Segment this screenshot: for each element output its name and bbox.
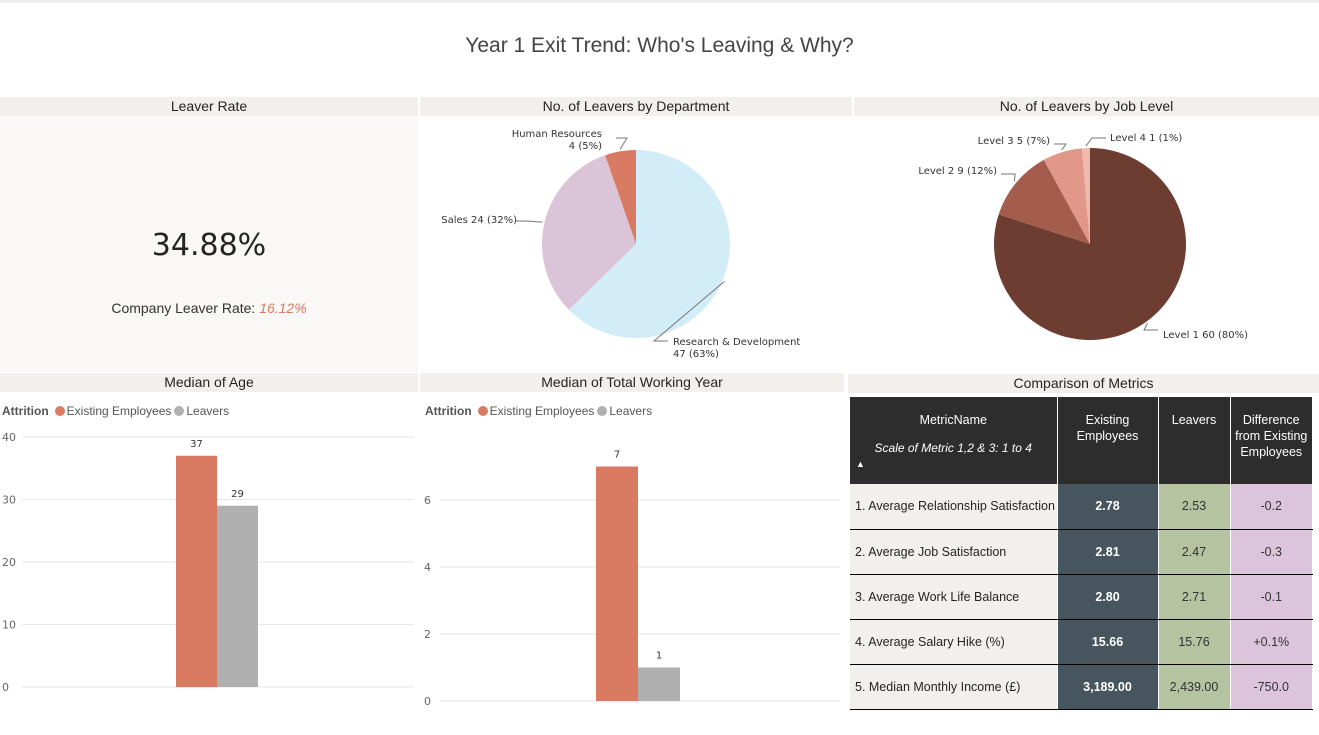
leader-line xyxy=(1001,173,1016,182)
job-level-pie-chart[interactable]: Level 1 60 (80%) Level 2 9 (12%) Level 3 5… xyxy=(854,116,1319,372)
leader-line xyxy=(1085,137,1106,147)
sort-ascending-icon[interactable]: ▲ xyxy=(856,456,865,472)
bar-data-label: 1 xyxy=(656,651,662,662)
bar-data-label: 29 xyxy=(231,489,244,500)
leavers-legend-marker xyxy=(174,406,185,416)
y-tick-label: 0 xyxy=(2,681,9,694)
median-age-bar-chart[interactable]: 0 10 20 30 40 37 29 xyxy=(0,420,418,710)
working-year-chart-header: Median of Total Working Year xyxy=(420,373,844,392)
leaver-rate-value: 34.88% xyxy=(151,228,267,263)
metric-name-cell: 2. Average Job Satisfaction xyxy=(850,529,1058,575)
metric-name-cell: 1. Average Relationship Satisfaction xyxy=(850,484,1058,530)
y-tick-label: 30 xyxy=(2,494,16,507)
metric-name-cell: 4. Average Salary Hike (%) xyxy=(850,619,1058,665)
existing-value-cell: 2.81 xyxy=(1057,529,1159,575)
bar-leavers[interactable] xyxy=(638,667,680,702)
bar-existing-employees[interactable] xyxy=(176,455,217,687)
pie-data-label: Research & Development xyxy=(673,337,800,348)
difference-value-cell: -0.1 xyxy=(1230,574,1313,620)
scale-note: Scale of Metric 1,2 & 3: 1 to 4 xyxy=(874,441,1032,455)
legend-title: Attrition xyxy=(2,404,49,418)
table-header-row: MetricName Scale of Metric 1,2 & 3: 1 to… xyxy=(850,397,1313,484)
leavers-value-cell: 2.53 xyxy=(1158,484,1231,530)
leaver-rate-card[interactable]: 34.88% Company Leaver Rate: 16.12% xyxy=(0,116,418,372)
top-border xyxy=(0,0,1319,3)
bar-data-label: 7 xyxy=(614,450,620,461)
metrics-table-header: Comparison of Metrics xyxy=(848,374,1319,393)
existing-legend-marker xyxy=(477,406,488,416)
leader-line xyxy=(1054,143,1067,151)
existing-value-cell: 3,189.00 xyxy=(1057,664,1159,710)
column-header-difference[interactable]: Difference from Existing Employees xyxy=(1230,397,1313,484)
leavers-value-cell: 2.71 xyxy=(1158,574,1231,620)
existing-legend-marker xyxy=(54,406,65,416)
pie-data-label: Level 4 1 (1%) xyxy=(1110,133,1182,144)
column-header-metric-name[interactable]: MetricName Scale of Metric 1,2 & 3: 1 to… xyxy=(850,397,1058,484)
pie-data-label: Level 2 9 (12%) xyxy=(918,166,997,177)
existing-value-cell: 2.80 xyxy=(1057,574,1159,620)
leavers-value-cell: 2,439.00 xyxy=(1158,664,1231,710)
legend-title: Attrition xyxy=(425,404,472,418)
y-tick-label: 0 xyxy=(424,695,431,708)
pie-data-label: Human Resources xyxy=(512,129,602,140)
age-chart-legend: Attrition Existing Employees Leavers xyxy=(2,404,229,418)
department-pie-header: No. of Leavers by Department xyxy=(420,97,852,116)
table-row: 5. Median Monthly Income (£) 3,189.00 2,… xyxy=(850,664,1313,710)
y-tick-label: 6 xyxy=(424,494,431,507)
table-row: 2. Average Job Satisfaction 2.81 2.47 -0… xyxy=(850,529,1313,575)
median-working-year-bar-chart[interactable]: 0 2 4 6 7 1 xyxy=(420,420,844,715)
pie-data-label: Level 1 60 (80%) xyxy=(1163,330,1248,341)
metrics-comparison-table: MetricName Scale of Metric 1,2 & 3: 1 to… xyxy=(850,397,1313,710)
leaver-rate-header: Leaver Rate xyxy=(0,97,418,116)
legend-existing-label[interactable]: Existing Employees xyxy=(490,404,595,418)
column-header-leavers[interactable]: Leavers xyxy=(1158,397,1231,484)
leader-line xyxy=(516,220,543,223)
legend-leavers-label[interactable]: Leavers xyxy=(609,404,652,418)
age-chart-header: Median of Age xyxy=(0,373,418,392)
page-title: Year 1 Exit Trend: Who's Leaving & Why? xyxy=(465,34,854,57)
y-tick-label: 40 xyxy=(2,431,16,444)
y-tick-label: 2 xyxy=(424,628,431,641)
difference-value-cell: +0.1% xyxy=(1230,619,1313,665)
difference-value-cell: -0.2 xyxy=(1230,484,1313,530)
metric-name-cell: 5. Median Monthly Income (£) xyxy=(850,664,1058,710)
existing-value-cell: 2.78 xyxy=(1057,484,1159,530)
table-row: 3. Average Work Life Balance 2.80 2.71 -… xyxy=(850,574,1313,620)
existing-value-cell: 15.66 xyxy=(1057,619,1159,665)
legend-existing-label[interactable]: Existing Employees xyxy=(67,404,172,418)
job-level-pie-header: No. of Leavers by Job Level xyxy=(854,97,1319,116)
bar-existing-employees[interactable] xyxy=(596,466,638,702)
metric-name-cell: 3. Average Work Life Balance xyxy=(850,574,1058,620)
pie-data-label: Level 3 5 (7%) xyxy=(978,136,1050,147)
table-row: 4. Average Salary Hike (%) 15.66 15.76 +… xyxy=(850,619,1313,665)
leader-line xyxy=(616,137,628,150)
pie-data-label: Sales 24 (32%) xyxy=(441,215,517,226)
leavers-value-cell: 2.47 xyxy=(1158,529,1231,575)
bar-leavers[interactable] xyxy=(217,505,258,687)
leavers-value-cell: 15.76 xyxy=(1158,619,1231,665)
difference-value-cell: -0.3 xyxy=(1230,529,1313,575)
bar-data-label: 37 xyxy=(190,439,203,450)
y-tick-label: 20 xyxy=(2,556,16,569)
company-leaver-rate: Company Leaver Rate: 16.12% xyxy=(0,300,418,316)
difference-value-cell: -750.0 xyxy=(1230,664,1313,710)
legend-leavers-label[interactable]: Leavers xyxy=(186,404,229,418)
pie-data-label: 4 (5%) xyxy=(569,141,602,152)
column-header-existing[interactable]: Existing Employees xyxy=(1057,397,1159,484)
leader-line xyxy=(1143,323,1158,331)
leavers-legend-marker xyxy=(597,406,608,416)
table-row: 1. Average Relationship Satisfaction 2.7… xyxy=(850,484,1313,530)
pie-data-label: 47 (63%) xyxy=(673,349,719,360)
y-tick-label: 10 xyxy=(2,619,16,632)
company-leaver-rate-label: Company Leaver Rate: xyxy=(111,300,256,316)
working-year-chart-legend: Attrition Existing Employees Leavers xyxy=(425,404,652,418)
y-tick-label: 4 xyxy=(424,561,431,574)
department-pie-chart[interactable]: Research & Development47 (63%) Sales 24 (… xyxy=(420,116,852,372)
company-leaver-rate-value: 16.12% xyxy=(259,300,307,316)
